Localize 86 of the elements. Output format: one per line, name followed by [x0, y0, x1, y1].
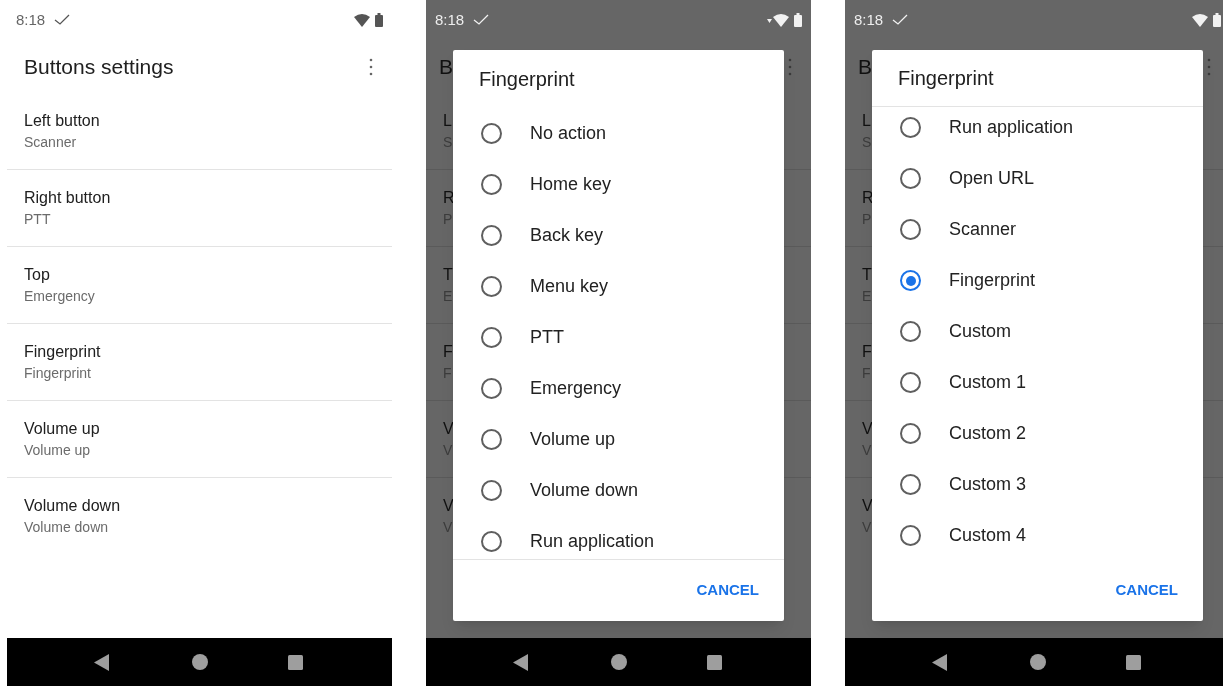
status-time: 8:18: [435, 9, 465, 30]
screen-title: B: [439, 53, 453, 80]
recent-apps-button[interactable]: [707, 654, 722, 670]
settings-item-title: V: [862, 418, 873, 439]
cancel-button[interactable]: CANCEL: [1107, 573, 1186, 608]
settings-item[interactable]: Right button PTT: [7, 170, 392, 247]
option-label: Fingerprint: [949, 269, 1036, 292]
option-label: Volume down: [530, 479, 639, 502]
radio-button[interactable]: [900, 423, 921, 444]
radio-button[interactable]: [481, 480, 502, 501]
option-label: Emergency: [530, 377, 622, 400]
option-label: PTT: [530, 326, 564, 349]
radio-button[interactable]: [900, 321, 921, 342]
option-label: Volume up: [530, 428, 616, 451]
radio-button[interactable]: [481, 429, 502, 450]
dialog-title: Fingerprint: [898, 66, 994, 91]
option-label: Back key: [530, 224, 604, 247]
option-label: Custom 4: [949, 524, 1027, 547]
screen-title: B: [858, 53, 872, 80]
option-label: Custom: [949, 320, 1011, 343]
status-time: 8:18: [16, 9, 46, 30]
radio-button[interactable]: [481, 174, 502, 195]
settings-item-title: V: [862, 496, 873, 516]
option-label: Custom 2: [949, 422, 1027, 445]
more-options-icon: [788, 57, 792, 76]
settings-item[interactable]: Fingerprint Fingerprint: [7, 324, 392, 401]
option-label: Home key: [530, 173, 612, 196]
wifi-icon: [354, 13, 370, 27]
radio-button[interactable]: [481, 327, 502, 348]
home-button[interactable]: [611, 654, 627, 670]
option-label: Run application: [530, 530, 655, 553]
option-label: Custom 1: [949, 371, 1027, 394]
radio-button[interactable]: [900, 117, 921, 138]
battery-icon: [375, 13, 383, 27]
settings-item[interactable]: Volume up Volume up: [7, 401, 392, 478]
battery-icon: [794, 13, 802, 27]
home-button[interactable]: [1030, 654, 1046, 670]
back-button[interactable]: [513, 653, 528, 671]
data-activity-icon: [767, 19, 772, 23]
option-label: Menu key: [530, 275, 609, 298]
back-button[interactable]: [94, 653, 109, 671]
settings-item[interactable]: Left button Scanner: [7, 93, 392, 170]
option-label: Scanner: [949, 218, 1017, 241]
check-icon: [892, 14, 909, 26]
radio-button[interactable]: [481, 225, 502, 246]
more-options-icon: [1207, 57, 1211, 76]
dialog-title: Fingerprint: [479, 66, 575, 92]
radio-button[interactable]: [481, 123, 502, 144]
status-time: 8:18: [854, 9, 884, 30]
check-icon: [473, 14, 490, 26]
home-button[interactable]: [192, 654, 208, 670]
battery-icon: [1213, 13, 1221, 27]
radio-button[interactable]: [481, 531, 502, 552]
cancel-button[interactable]: CANCEL: [688, 573, 767, 608]
settings-item-title: L: [443, 110, 452, 131]
wifi-icon: [1192, 13, 1208, 27]
option-label: Open URL: [949, 167, 1035, 190]
recent-apps-button[interactable]: [1126, 654, 1141, 670]
settings-item-title: T: [862, 264, 872, 285]
settings-item[interactable]: Volume down Volume down: [7, 478, 392, 555]
back-button[interactable]: [932, 653, 947, 671]
recent-apps-button[interactable]: [288, 654, 303, 670]
settings-item-title: L: [862, 110, 871, 131]
radio-button[interactable]: [900, 372, 921, 393]
settings-item[interactable]: Top Emergency: [7, 247, 392, 324]
settings-item-title: T: [443, 264, 453, 285]
settings-item-title: F: [862, 341, 872, 362]
radio-button[interactable]: [481, 378, 502, 399]
radio-button[interactable]: [481, 276, 502, 297]
settings-item-title: V: [443, 496, 454, 516]
screen-title: Buttons settings: [24, 53, 175, 80]
option-label: Run application: [949, 116, 1074, 139]
more-options-icon: [369, 57, 373, 76]
settings-item-title: V: [443, 418, 454, 439]
wifi-icon: [773, 13, 789, 27]
settings-item-title: R: [443, 187, 455, 208]
radio-button[interactable]: [900, 474, 921, 495]
check-icon: [54, 14, 71, 26]
settings-item-title: R: [862, 187, 874, 208]
option-label: No action: [530, 122, 607, 145]
settings-item-title: F: [443, 341, 453, 362]
radio-button[interactable]: [900, 525, 921, 546]
radio-button[interactable]: [900, 270, 921, 291]
option-label: Custom 3: [949, 473, 1027, 496]
radio-button[interactable]: [900, 219, 921, 240]
radio-button[interactable]: [900, 168, 921, 189]
